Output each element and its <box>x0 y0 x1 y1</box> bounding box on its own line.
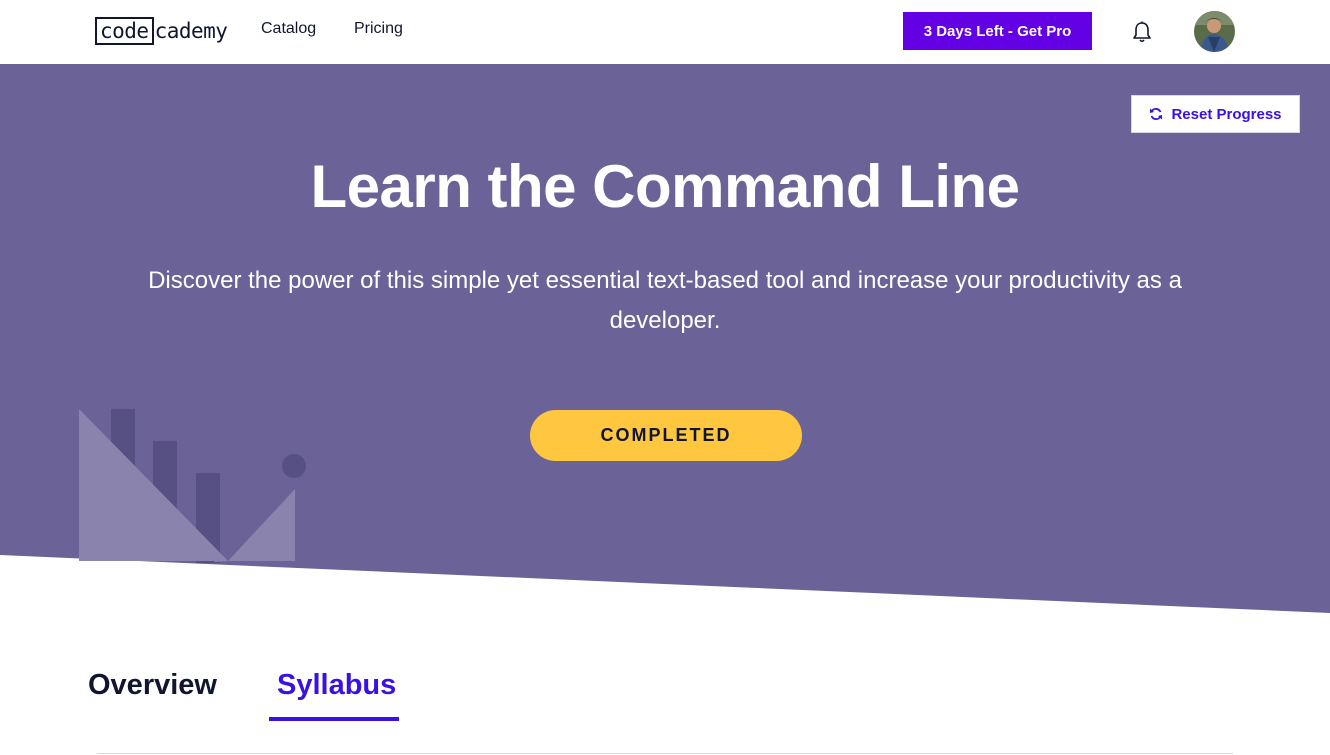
bell-icon[interactable] <box>1131 20 1153 44</box>
course-title: Learn the Command Line <box>310 153 1020 220</box>
refresh-icon <box>1150 108 1163 120</box>
logo-rest-text: cademy <box>154 19 228 43</box>
tab-overview[interactable]: Overview <box>88 669 217 702</box>
reset-progress-button[interactable]: Reset Progress <box>1131 95 1300 133</box>
active-tab-indicator <box>269 717 399 721</box>
tabs-divider <box>97 753 1233 754</box>
nav-link-pricing[interactable]: Pricing <box>354 20 403 38</box>
reset-progress-label: Reset Progress <box>1171 105 1282 123</box>
nav-link-catalog[interactable]: Catalog <box>261 20 316 38</box>
tab-syllabus[interactable]: Syllabus <box>277 669 396 702</box>
user-avatar[interactable] <box>1194 11 1235 52</box>
codecademy-logo[interactable]: code cademy <box>95 16 228 46</box>
completed-button[interactable]: COMPLETED <box>530 410 802 461</box>
hero-banner: Reset Progress Learn the Command Line Di… <box>0 64 1330 616</box>
course-description: Discover the power of this simple yet es… <box>148 267 1182 334</box>
logo-boxed-text: code <box>95 17 154 45</box>
top-nav: code cademy Catalog Pricing 3 Days Left -… <box>0 0 1330 64</box>
get-pro-button[interactable]: 3 Days Left - Get Pro <box>903 12 1092 50</box>
